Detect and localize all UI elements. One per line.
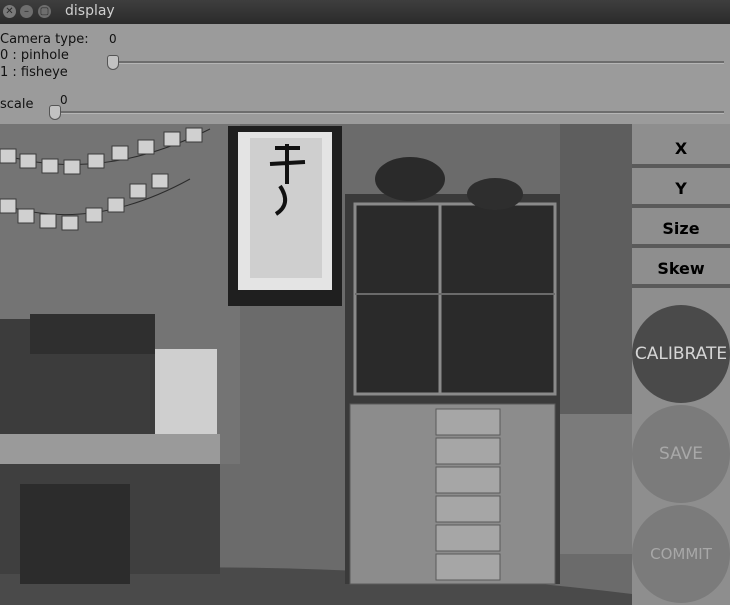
metric-y-label: Y [675, 179, 687, 198]
maximize-window-button[interactable]: ▢ [38, 5, 51, 18]
commit-button[interactable]: COMMIT [632, 505, 730, 603]
calibration-panel: X Y Size Skew CALIBRATE SAVE COMMIT [632, 124, 730, 605]
calibrate-button[interactable]: CALIBRATE [632, 305, 730, 403]
camera-type-value: 0 [109, 32, 117, 46]
title-bar: ✕ – ▢ display [0, 0, 730, 24]
window-title: display [65, 3, 115, 19]
minimize-window-button[interactable]: – [20, 5, 33, 18]
metric-skew: Skew [632, 248, 730, 288]
metric-size: Size [632, 208, 730, 248]
controls-area: Camera type: 0 : pinhole 1 : fisheye 0 s… [0, 24, 730, 124]
metric-x: X [632, 128, 730, 168]
metric-skew-label: Skew [657, 259, 705, 278]
camera-type-option-pinhole: 0 : pinhole [0, 48, 69, 63]
metric-y: Y [632, 168, 730, 208]
camera-type-slider-handle[interactable] [107, 55, 119, 70]
scale-value: 0 [60, 93, 68, 107]
camera-type-option-fisheye: 1 : fisheye [0, 65, 68, 80]
metric-x-label: X [674, 139, 688, 158]
camera-image [0, 124, 632, 605]
metric-skew-bar [632, 284, 730, 288]
scale-slider-track[interactable] [52, 111, 724, 114]
save-button[interactable]: SAVE [632, 405, 730, 503]
scale-slider-handle[interactable] [49, 105, 61, 120]
camera-type-label: Camera type: [0, 32, 89, 47]
scale-label: scale [0, 97, 34, 112]
camera-type-slider-track[interactable] [110, 61, 724, 64]
close-window-button[interactable]: ✕ [3, 5, 16, 18]
camera-view [0, 124, 632, 605]
metric-size-label: Size [662, 219, 700, 238]
